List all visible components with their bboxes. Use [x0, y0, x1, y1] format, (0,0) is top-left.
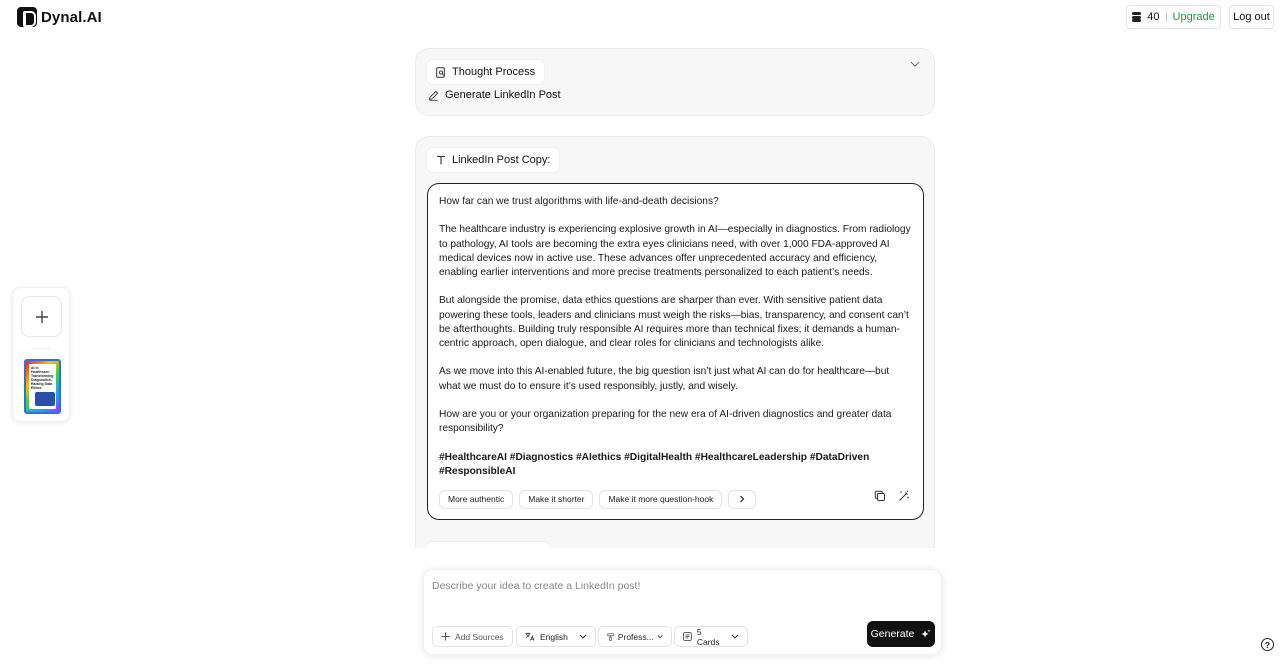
- document-search-icon: [436, 66, 445, 78]
- cards-select[interactable]: 5 Cards: [674, 626, 748, 647]
- post-tools: [874, 490, 910, 502]
- generate-button[interactable]: Generate: [867, 621, 935, 647]
- thought-step-label: Generate LinkedIn Post: [445, 89, 561, 101]
- chevron-down-icon: [657, 635, 663, 639]
- next-section-chip: [427, 542, 549, 548]
- thought-process-header[interactable]: Thought Process: [427, 60, 545, 84]
- composer: Add Sources English Profess... 5 Cards G…: [423, 569, 942, 655]
- add-sources-button[interactable]: Add Sources: [432, 626, 513, 647]
- post-thumbnail[interactable]: AI in Healthcare: Transforming Diagnosti…: [24, 359, 61, 414]
- post-paragraph: How are you or your organization prepari…: [439, 408, 892, 435]
- tone-select[interactable]: Profess...: [598, 626, 672, 647]
- credits-count: 40: [1147, 11, 1160, 23]
- sparkle-icon: [921, 629, 931, 637]
- post-paragraph: How far can we trust algorithms with lif…: [439, 196, 719, 207]
- text-icon: [437, 155, 445, 165]
- thumbnail-image: [35, 392, 55, 406]
- thought-step: Generate LinkedIn Post: [428, 89, 561, 101]
- credits-widget[interactable]: 40 Upgrade: [1126, 5, 1221, 29]
- brush-icon: [607, 633, 614, 641]
- divider: [31, 348, 51, 349]
- tone-value: Profess...: [617, 631, 654, 642]
- post-text-box[interactable]: How far can we trust algorithms with lif…: [427, 183, 924, 520]
- post-paragraph: But alongside the promise, data ethics q…: [439, 295, 909, 349]
- more-authentic-button[interactable]: More authentic: [439, 489, 514, 509]
- question-hook-button[interactable]: Make it more question-hook: [599, 489, 723, 509]
- plus-icon: [441, 632, 450, 641]
- make-shorter-button[interactable]: Make it shorter: [519, 489, 594, 509]
- cards-value: 5 Cards: [696, 626, 720, 647]
- language-value: English: [540, 631, 568, 642]
- post-paragraph: The healthcare industry is experiencing …: [439, 224, 911, 278]
- new-post-button[interactable]: [21, 296, 62, 337]
- thumbnail-title: AI in Healthcare: Transforming Diagnosti…: [31, 366, 54, 390]
- translate-icon: [525, 632, 535, 641]
- add-sources-label: Add Sources: [455, 631, 504, 642]
- coins-icon: [1132, 12, 1142, 22]
- help-icon[interactable]: ?: [1261, 638, 1274, 651]
- chevron-down-icon: [579, 634, 587, 639]
- thought-process-title: Thought Process: [452, 66, 536, 78]
- divider: [1165, 12, 1167, 22]
- rewrite-actions: More authentic Make it shorter Make it m…: [439, 489, 912, 509]
- copy-icon[interactable]: [874, 490, 886, 502]
- post-hashtags: #HealthcareAI #Diagnostics #AIethics #Di…: [439, 451, 870, 477]
- dynal-logo-icon: [17, 7, 37, 27]
- more-actions-button[interactable]: [728, 489, 757, 509]
- pencil-icon: [428, 90, 439, 101]
- brand-name: Dynal.AI: [41, 8, 102, 26]
- magic-wand-icon[interactable]: [898, 490, 910, 502]
- logout-button[interactable]: Log out: [1229, 5, 1274, 29]
- thought-process-card: Thought Process Generate LinkedIn Post: [415, 48, 935, 116]
- chevron-down-icon[interactable]: [910, 61, 920, 67]
- language-select[interactable]: English: [516, 626, 596, 647]
- post-copy-card: LinkedIn Post Copy: How far can we trust…: [415, 136, 935, 548]
- plus-icon: [35, 310, 48, 323]
- brand-logo[interactable]: Dynal.AI: [17, 7, 102, 27]
- generate-label: Generate: [870, 628, 915, 640]
- upgrade-link[interactable]: Upgrade: [1173, 11, 1215, 23]
- cards-icon: [683, 632, 692, 641]
- post-paragraph: As we move into this AI-enabled future, …: [439, 366, 890, 392]
- post-copy-title: LinkedIn Post Copy:: [452, 154, 551, 166]
- chevron-down-icon: [731, 634, 739, 639]
- side-panel: AI in Healthcare: Transforming Diagnosti…: [12, 287, 70, 422]
- post-copy-header: LinkedIn Post Copy:: [427, 148, 560, 172]
- chevron-right-icon: [740, 495, 745, 503]
- idea-input[interactable]: [432, 580, 912, 592]
